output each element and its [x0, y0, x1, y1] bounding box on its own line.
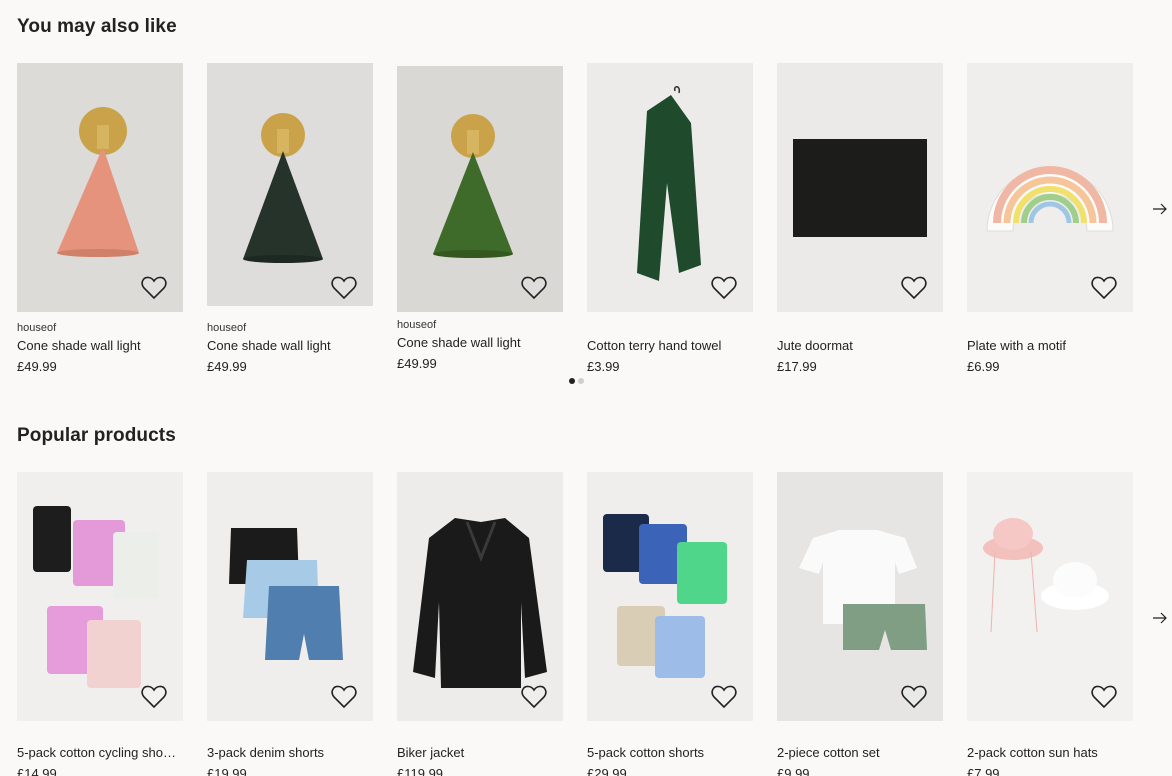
arrow-right-icon[interactable]: [1152, 610, 1168, 626]
cycling-shorts-image: [33, 506, 159, 688]
product-name[interactable]: 2-pack cotton sun hats: [967, 745, 1133, 760]
product-name[interactable]: 5-pack cotton shorts: [587, 745, 753, 760]
product-name[interactable]: Cone shade wall light: [17, 338, 183, 353]
product-image[interactable]: [777, 472, 943, 721]
product-price: £9.99: [777, 766, 810, 776]
product-image[interactable]: [17, 63, 183, 312]
product-price: £49.99: [17, 359, 57, 374]
heart-outline-icon[interactable]: [1091, 276, 1117, 300]
section-title-you-may-also-like: You may also like: [17, 16, 177, 37]
product-image[interactable]: [777, 63, 943, 312]
product-brand: houseof: [397, 319, 437, 331]
product-card[interactable]: 2-piece cotton set £9.99: [777, 472, 943, 776]
product-name[interactable]: 2-piece cotton set: [777, 745, 943, 760]
product-image[interactable]: [587, 472, 753, 721]
heart-outline-icon[interactable]: [141, 276, 167, 300]
heart-outline-icon[interactable]: [711, 276, 737, 300]
product-price: £119.99: [397, 766, 444, 776]
product-card[interactable]: houseof Cone shade wall light £49.99: [17, 63, 183, 374]
product-name[interactable]: Biker jacket: [397, 745, 563, 760]
heart-outline-icon[interactable]: [331, 685, 357, 709]
product-card[interactable]: houseof Cone shade wall light £49.99: [397, 63, 563, 371]
product-image[interactable]: [397, 472, 563, 721]
product-card[interactable]: Cotton terry hand towel £3.99: [587, 63, 753, 374]
jute-doormat-image: [793, 139, 927, 237]
heart-outline-icon[interactable]: [711, 685, 737, 709]
product-name[interactable]: Plate with a motif: [967, 338, 1133, 353]
product-price: £3.99: [587, 359, 620, 374]
product-image[interactable]: [587, 63, 753, 312]
hand-towel-image: [637, 86, 701, 281]
heart-outline-icon[interactable]: [331, 276, 357, 300]
product-price: £17.99: [777, 359, 817, 374]
product-name[interactable]: Cone shade wall light: [397, 335, 563, 350]
carousel-dot-1[interactable]: [569, 378, 575, 384]
product-image[interactable]: [967, 472, 1133, 721]
carousel-pagination: [569, 378, 584, 384]
product-image[interactable]: [967, 63, 1133, 312]
arrow-right-icon[interactable]: [1152, 201, 1168, 217]
cotton-set-image: [799, 530, 927, 650]
product-card[interactable]: 5-pack cotton shorts £29.99: [587, 472, 753, 776]
heart-outline-icon[interactable]: [901, 685, 927, 709]
product-price: £14.99: [17, 766, 57, 776]
product-price: £7.99: [967, 766, 1000, 776]
biker-jacket-image: [413, 518, 547, 688]
carousel-dot-2[interactable]: [578, 378, 584, 384]
wall-light-pink-image: [57, 107, 139, 257]
product-card[interactable]: houseof Cone shade wall light £49.99: [207, 63, 373, 374]
heart-outline-icon[interactable]: [901, 276, 927, 300]
product-card[interactable]: 2-pack cotton sun hats £7.99: [967, 472, 1133, 776]
product-name[interactable]: 5-pack cotton cycling sho…: [17, 745, 183, 760]
product-name[interactable]: Cotton terry hand towel: [587, 338, 753, 353]
heart-outline-icon[interactable]: [141, 685, 167, 709]
heart-outline-icon[interactable]: [521, 685, 547, 709]
product-image[interactable]: [397, 66, 563, 312]
product-card[interactable]: Plate with a motif £6.99: [967, 63, 1133, 374]
product-card[interactable]: Biker jacket £119.99: [397, 472, 563, 776]
product-image[interactable]: [17, 472, 183, 721]
product-name[interactable]: Cone shade wall light: [207, 338, 373, 353]
cotton-shorts-image: [603, 514, 727, 678]
product-image[interactable]: [207, 63, 373, 306]
product-price: £49.99: [397, 356, 437, 371]
sun-hats-image: [983, 518, 1109, 633]
heart-outline-icon[interactable]: [1091, 685, 1117, 709]
product-name[interactable]: Jute doormat: [777, 338, 943, 353]
product-card[interactable]: Jute doormat £17.99: [777, 63, 943, 374]
product-image[interactable]: [207, 472, 373, 721]
product-price: £6.99: [967, 359, 1000, 374]
product-card[interactable]: 5-pack cotton cycling sho… £14.99: [17, 472, 183, 776]
rainbow-plate-image: [986, 166, 1114, 232]
heart-outline-icon[interactable]: [521, 276, 547, 300]
section-title-popular-products: Popular products: [17, 425, 176, 446]
product-price: £19.99: [207, 766, 247, 776]
wall-light-dark-green-image: [243, 113, 323, 263]
product-brand: houseof: [17, 322, 57, 334]
product-brand: houseof: [207, 322, 247, 334]
product-price: £29.99: [587, 766, 627, 776]
product-card[interactable]: 3-pack denim shorts £19.99: [207, 472, 373, 776]
product-name[interactable]: 3-pack denim shorts: [207, 745, 373, 760]
denim-shorts-image: [229, 528, 343, 660]
product-price: £49.99: [207, 359, 247, 374]
